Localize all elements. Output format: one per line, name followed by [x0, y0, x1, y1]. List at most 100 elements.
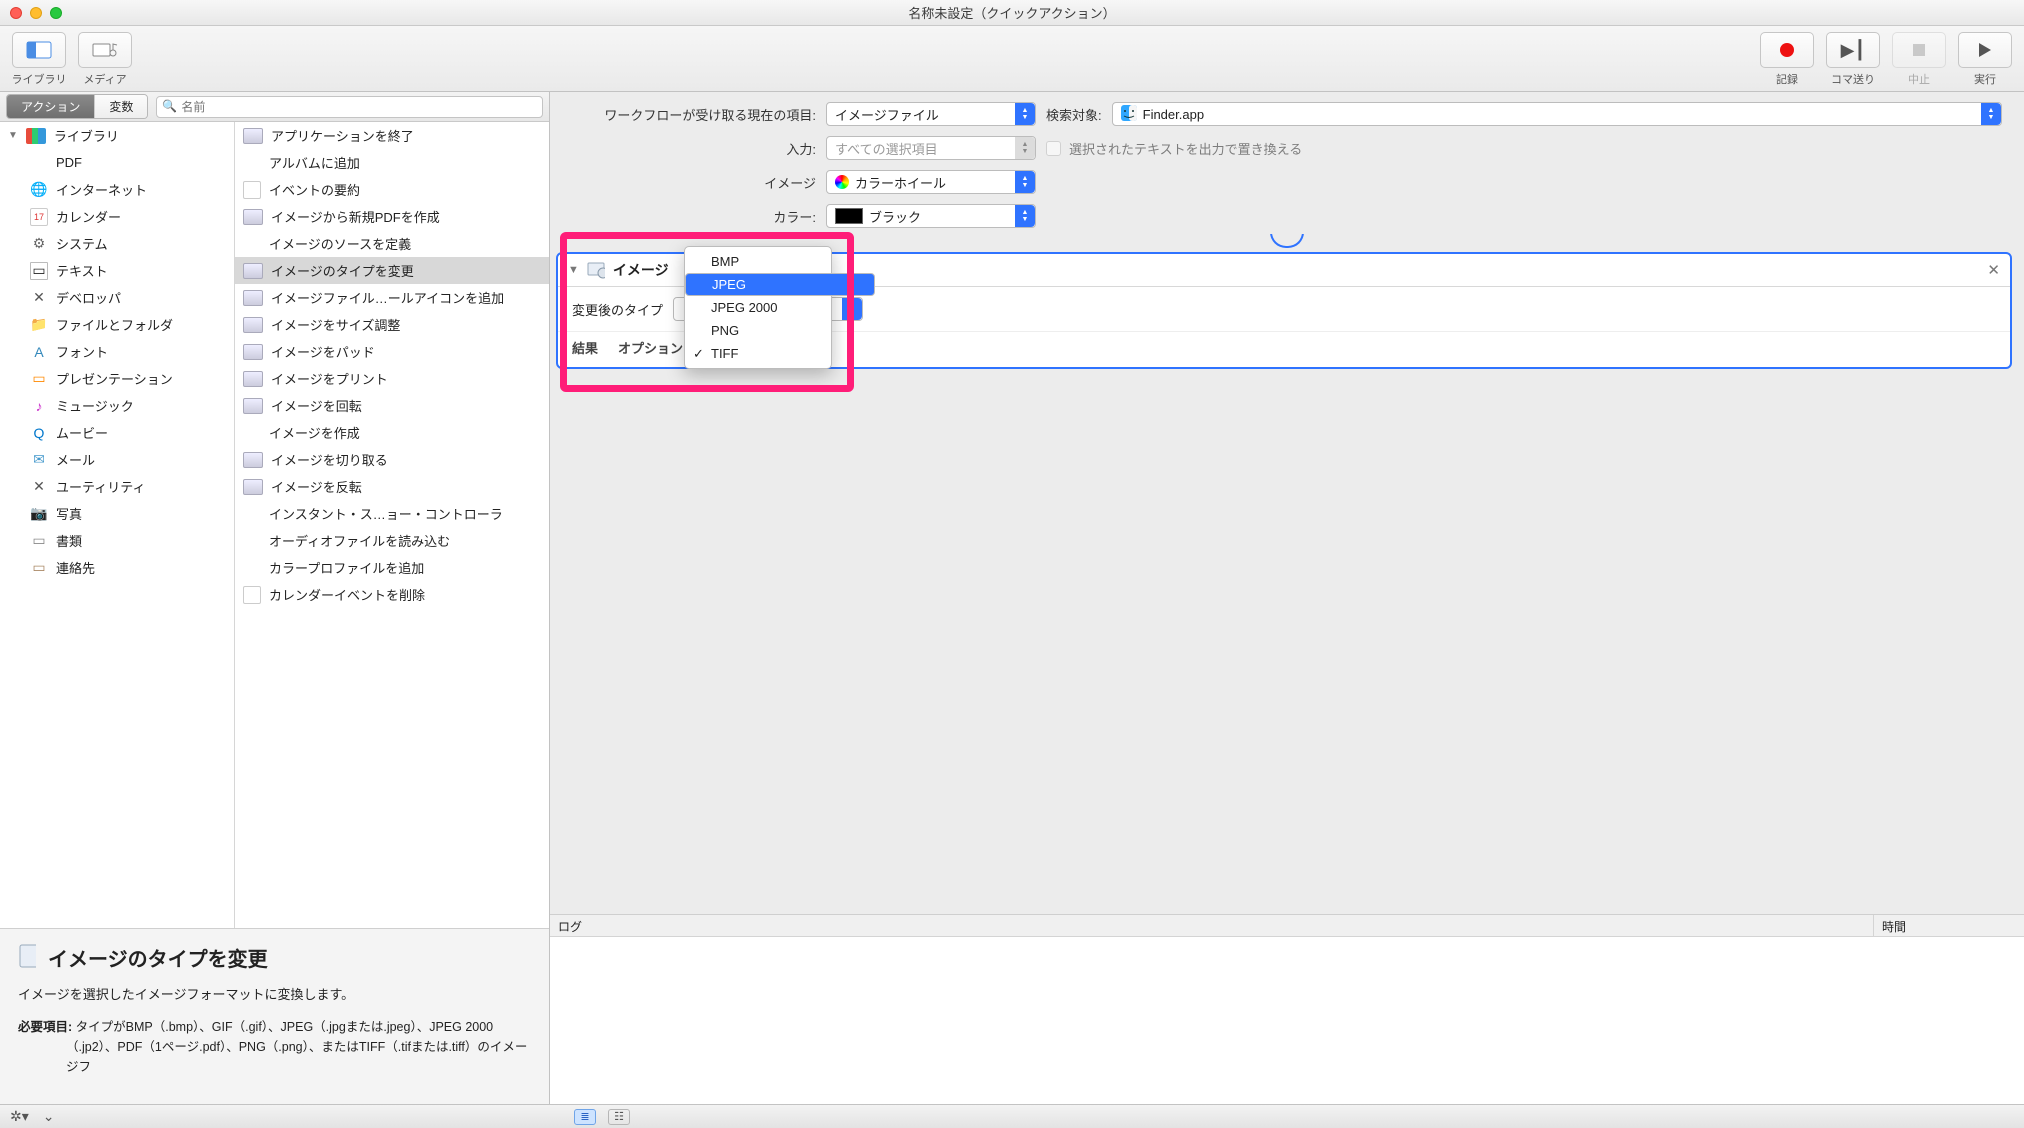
action-item[interactable]: イメージのソースを定義 — [235, 230, 549, 257]
log-body — [550, 937, 2024, 1104]
play-icon — [1979, 43, 1991, 57]
category-item[interactable]: 17カレンダー — [0, 203, 234, 230]
category-item[interactable]: ✉メール — [0, 446, 234, 473]
disclosure-triangle-icon[interactable]: ▼ — [8, 130, 18, 141]
footer-toggle-icon[interactable]: ⌄ — [43, 1108, 55, 1125]
category-icon: ✕ — [30, 289, 48, 307]
window-title: 名称未設定（クイックアクション） — [0, 3, 2024, 22]
action-list[interactable]: アプリケーションを終了アルバムに追加イベントの要約イメージから新規PDFを作成イ… — [235, 122, 549, 928]
library-root[interactable]: ▼ ライブラリ — [0, 122, 234, 149]
category-item[interactable]: ♪ミュージック — [0, 392, 234, 419]
connector-notch — [1270, 234, 1304, 248]
dropdown-option[interactable]: BMP — [685, 250, 831, 273]
footer-gear-menu[interactable]: ✲▾ — [10, 1108, 29, 1125]
action-item[interactable]: イメージをパッド — [235, 338, 549, 365]
action-item[interactable]: イメージをプリント — [235, 365, 549, 392]
action-item[interactable]: カレンダーイベントを削除 — [235, 581, 549, 608]
tab-actions[interactable]: アクション — [7, 95, 95, 118]
action-icon — [243, 424, 261, 442]
replace-text-checkbox[interactable] — [1046, 141, 1061, 156]
step-icon: ▶┃ — [1841, 40, 1866, 61]
search-in-select[interactable]: Finder.app — [1112, 102, 2002, 126]
log-column-header[interactable]: ログ — [550, 915, 1874, 936]
action-icon — [243, 154, 261, 172]
category-icon: ▭ — [30, 370, 48, 388]
action-icon — [243, 398, 263, 414]
image-select[interactable]: カラーホイール — [826, 170, 1036, 194]
category-item[interactable]: ✕ユーティリティ — [0, 473, 234, 500]
category-item[interactable]: Aフォント — [0, 338, 234, 365]
category-item[interactable]: 📁ファイルとフォルダ — [0, 311, 234, 338]
tab-variables[interactable]: 変数 — [95, 95, 147, 118]
card-options-tab[interactable]: オプション — [618, 338, 683, 357]
action-item[interactable]: イメージを作成 — [235, 419, 549, 446]
action-icon — [243, 317, 263, 333]
description-blurb: イメージを選択したイメージフォーマットに変換します。 — [18, 984, 531, 1003]
type-dropdown-menu[interactable]: BMPJPEGJPEG 2000PNG✓TIFF — [684, 246, 832, 369]
action-icon — [243, 479, 263, 495]
toolbar: ライブラリ メディア 記録 ▶┃ コマ送り 中止 実行 — [0, 26, 2024, 92]
action-item[interactable]: カラープロファイルを追加 — [235, 554, 549, 581]
action-item[interactable]: イメージを回転 — [235, 392, 549, 419]
action-item[interactable]: イメージのタイプを変更 — [235, 257, 549, 284]
action-item[interactable]: アルバムに追加 — [235, 149, 549, 176]
step-button[interactable]: ▶┃ コマ送り — [1824, 32, 1882, 87]
dropdown-option[interactable]: PNG — [685, 319, 831, 342]
category-icon: ♪ — [30, 397, 48, 415]
dropdown-option[interactable]: JPEG — [685, 273, 875, 296]
card-disclosure-icon[interactable]: ▼ — [568, 264, 579, 276]
view-list-button[interactable]: ≣ — [574, 1109, 596, 1125]
media-toolbar-button[interactable]: メディア — [76, 32, 134, 87]
action-item[interactable]: イベントの要約 — [235, 176, 549, 203]
run-button[interactable]: 実行 — [1956, 32, 2014, 87]
category-icon: ▭ — [30, 262, 48, 280]
action-icon — [243, 532, 261, 550]
time-column-header[interactable]: 時間 — [1874, 915, 2024, 936]
category-item[interactable]: ⚙システム — [0, 230, 234, 257]
stop-icon — [1913, 44, 1925, 56]
library-toolbar-button[interactable]: ライブラリ — [10, 32, 68, 87]
category-item[interactable]: 📷写真 — [0, 500, 234, 527]
category-item[interactable]: ▭連絡先 — [0, 554, 234, 581]
view-flow-button[interactable]: ☷ — [608, 1109, 630, 1125]
search-input[interactable] — [156, 96, 543, 118]
stop-button[interactable]: 中止 — [1890, 32, 1948, 87]
dropdown-option[interactable]: JPEG 2000 — [685, 296, 831, 319]
category-item[interactable]: ▭プレゼンテーション — [0, 365, 234, 392]
action-icon — [243, 209, 263, 225]
action-item[interactable]: イメージを切り取る — [235, 446, 549, 473]
category-item[interactable]: Qムービー — [0, 419, 234, 446]
record-button[interactable]: 記録 — [1758, 32, 1816, 87]
category-item[interactable]: ▭書類 — [0, 527, 234, 554]
category-item[interactable]: 🌐インターネット — [0, 176, 234, 203]
action-icon — [243, 128, 263, 144]
workflow-config: ワークフローが受け取る現在の項目: イメージファイル 検索対象: Finder.… — [550, 92, 2024, 234]
input-select[interactable]: すべての選択項目 — [826, 136, 1036, 160]
library-icon — [26, 128, 46, 144]
card-close-button[interactable]: ✕ — [1987, 261, 2000, 279]
library-icon — [12, 32, 66, 68]
receives-select[interactable]: イメージファイル — [826, 102, 1036, 126]
action-item[interactable]: イメージファイル…ールアイコンを追加 — [235, 284, 549, 311]
color-wheel-icon — [835, 175, 849, 189]
search-field[interactable] — [156, 96, 543, 118]
category-item[interactable]: ▭テキスト — [0, 257, 234, 284]
category-icon: 17 — [30, 208, 48, 226]
zoom-window-button[interactable] — [50, 7, 62, 19]
action-item[interactable]: インスタント・ス…ョー・コントローラ — [235, 500, 549, 527]
close-window-button[interactable] — [10, 7, 22, 19]
color-select[interactable]: ブラック — [826, 204, 1036, 228]
card-results-tab[interactable]: 結果 — [572, 338, 598, 357]
action-item[interactable]: アプリケーションを終了 — [235, 122, 549, 149]
action-item[interactable]: オーディオファイルを読み込む — [235, 527, 549, 554]
action-item[interactable]: イメージから新規PDFを作成 — [235, 203, 549, 230]
category-item[interactable]: PDF — [0, 149, 234, 176]
category-item[interactable]: ✕デベロッパ — [0, 284, 234, 311]
action-item[interactable]: イメージを反転 — [235, 473, 549, 500]
dropdown-option[interactable]: ✓TIFF — [685, 342, 831, 365]
checkmark-icon: ✓ — [693, 346, 704, 362]
category-list[interactable]: ▼ ライブラリ PDF🌐インターネット17カレンダー⚙システム▭テキスト✕デベロ… — [0, 122, 235, 928]
action-item[interactable]: イメージをサイズ調整 — [235, 311, 549, 338]
category-icon: Q — [30, 424, 48, 442]
minimize-window-button[interactable] — [30, 7, 42, 19]
